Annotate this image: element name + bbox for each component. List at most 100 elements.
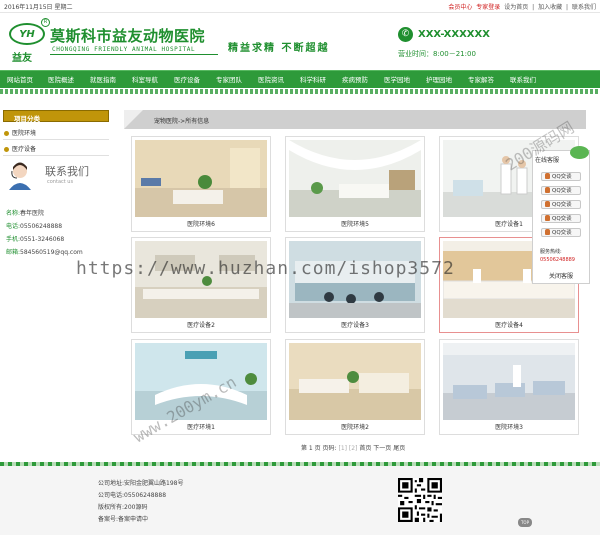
site-header: YH R 益友 莫斯科市益友动物医院 CHONGQING FRIENDLY AN… (0, 13, 600, 69)
contact-phone: 电话:05506248888 (6, 223, 63, 230)
qq-icon (545, 215, 550, 221)
gallery-item[interactable]: 医院环境6 (131, 136, 271, 232)
set-home-link[interactable]: 设为首页 (504, 4, 528, 11)
qq-icon (545, 187, 550, 193)
separator: | (532, 4, 535, 11)
member-center-link[interactable]: 会员中心 (448, 4, 472, 11)
nav-item-experts[interactable]: 专家团队 (216, 74, 242, 84)
sidebar-item-equipment[interactable]: 医疗设备 (4, 144, 36, 153)
back-to-top-button[interactable]: TOP (518, 518, 532, 527)
footer-copyright: 版权所有:200源码 (98, 504, 148, 511)
nav-item-overview[interactable]: 医院概述 (48, 74, 74, 84)
current-date: 2016年11月15日 星期二 (4, 4, 73, 11)
logo-text: 益友 (12, 53, 32, 64)
waiting-hall-photo (135, 241, 267, 318)
pagination: 第 1 页 页码: [1] [2] 首页 下一页 尾页 (301, 443, 405, 452)
gallery-caption: 医院环境6 (187, 221, 215, 228)
phone-icon: ✆ (398, 27, 413, 42)
nav-item-guide[interactable]: 就医指南 (90, 74, 116, 84)
gallery-item[interactable]: 医院环境2 (285, 339, 425, 435)
gallery-caption: 医疗环境1 (187, 424, 215, 431)
add-favorite-link[interactable]: 加入收藏 (538, 4, 562, 11)
qq-chat-button[interactable]: QQ交谈 (541, 214, 581, 223)
service-phone: 05506248889 (540, 257, 575, 263)
first-page-link[interactable]: 首页 (359, 445, 371, 452)
qq-chat-button[interactable]: QQ交谈 (541, 186, 581, 195)
gallery-caption: 医院环境5 (341, 221, 369, 228)
contact-email: 邮箱:584560519@qq.com (6, 249, 83, 256)
contact-us-link[interactable]: 联系我们 (572, 4, 596, 11)
gallery-item[interactable]: 医疗环境1 (131, 339, 271, 435)
lobby-photo (289, 343, 421, 420)
category-title: 项目分类 (14, 115, 40, 123)
nav-item-medicine[interactable]: 医学园地 (384, 74, 410, 84)
nav-item-research[interactable]: 科学科研 (300, 74, 326, 84)
breadcrumb-text[interactable]: 宠物医院->所有信息 (154, 116, 209, 125)
gallery-caption: 医院环境2 (341, 424, 369, 431)
top-bar: 2016年11月15日 星期二 会员中心 专家登录 设为首页 | 加入收藏 | … (0, 0, 600, 13)
lobby-photo (135, 140, 267, 217)
footer-phone: 公司电话:05506248888 (98, 492, 167, 499)
bullet-icon (4, 146, 9, 152)
divider (3, 155, 109, 156)
category-header: 项目分类 (3, 110, 109, 123)
qq-icon (545, 201, 550, 207)
gallery-item[interactable]: 医院环境3 (439, 339, 579, 435)
breadcrumb: 宠物医院->所有信息 (124, 110, 586, 129)
contact-subtitle: contact us (47, 179, 74, 185)
service-phone-label: 服务热线: (540, 249, 562, 255)
sidebar-item-label: 医疗设备 (12, 146, 37, 153)
footer-address: 公司地址:安阳金肥翼山路198号 (98, 480, 184, 487)
nav-item-equipment[interactable]: 医疗设备 (174, 74, 200, 84)
ward-photo (443, 343, 575, 420)
gallery-caption: 医疗设备3 (341, 322, 369, 329)
logo-icon[interactable]: YH (9, 23, 45, 45)
site-name: 莫斯科市益友动物医院 (50, 27, 206, 45)
gallery-item[interactable]: 医疗设备3 (285, 237, 425, 333)
contact-name: 名称:春年医院 (6, 210, 45, 217)
registered-icon: R (41, 18, 50, 27)
bullet-icon (4, 130, 9, 136)
qq-chat-button[interactable]: QQ交谈 (541, 172, 581, 181)
service-desk-photo (135, 343, 267, 420)
footer-icp: 备案号:备案申请中 (98, 516, 149, 523)
qq-chat-button[interactable]: QQ交谈 (541, 200, 581, 209)
online-service-panel: 在线客服 QQ交谈 QQ交谈 QQ交谈 QQ交谈 QQ交谈 服务热线: 0550… (532, 150, 590, 284)
expert-login-link[interactable]: 专家登录 (476, 4, 500, 11)
nav-item-contact[interactable]: 联系我们 (510, 74, 536, 84)
site-footer (0, 466, 600, 535)
nav-item-home[interactable]: 网站首页 (7, 74, 33, 84)
qq-chat-button[interactable]: QQ交谈 (541, 228, 581, 237)
sidebar-item-environment[interactable]: 医院环境 (4, 128, 36, 137)
next-page-link[interactable]: 下一页 (373, 445, 391, 452)
nav-item-news[interactable]: 医院资讯 (258, 74, 284, 84)
contact-box: 联系我们 contact us (3, 158, 109, 194)
nav-item-nursing[interactable]: 护理园地 (426, 74, 452, 84)
gallery-caption: 医疗设备2 (187, 322, 215, 329)
nav-item-departments[interactable]: 科室导航 (132, 74, 158, 84)
last-page-link[interactable]: 尾页 (393, 445, 405, 452)
nav-item-qa[interactable]: 专家解答 (468, 74, 494, 84)
page-links[interactable]: [1] [2] (338, 445, 357, 452)
gallery-caption: 医疗设备4 (495, 322, 523, 329)
online-service-title: 在线客服 (535, 157, 560, 164)
qr-code-icon (398, 478, 442, 522)
chat-bubble-icon (570, 146, 589, 159)
close-service-button[interactable]: 关闭客服 (533, 271, 589, 280)
page-info: 第 1 页 页码: (301, 445, 337, 452)
top-links: 会员中心 专家登录 设为首页 | 加入收藏 | 联系我们 (446, 2, 596, 11)
pharmacy-photo (289, 241, 421, 318)
qq-icon (545, 229, 550, 235)
lobby-photo (289, 140, 421, 217)
sidebar-item-label: 医院环境 (12, 130, 37, 137)
qq-icon (545, 173, 550, 179)
divider (50, 54, 218, 55)
business-hours: 营业时间：8:00－21:00 (398, 50, 476, 58)
gallery-item[interactable]: 医院环境5 (285, 136, 425, 232)
gallery-caption: 医院环境3 (495, 424, 523, 431)
customer-service-icon (9, 162, 31, 190)
nav-item-prevention[interactable]: 疾病预防 (342, 74, 368, 84)
slogan: 精益求精 不断超越 (228, 43, 330, 54)
gallery-item[interactable]: 医疗设备2 (131, 237, 271, 333)
hotline: XXX-XXXXXX (418, 29, 490, 40)
